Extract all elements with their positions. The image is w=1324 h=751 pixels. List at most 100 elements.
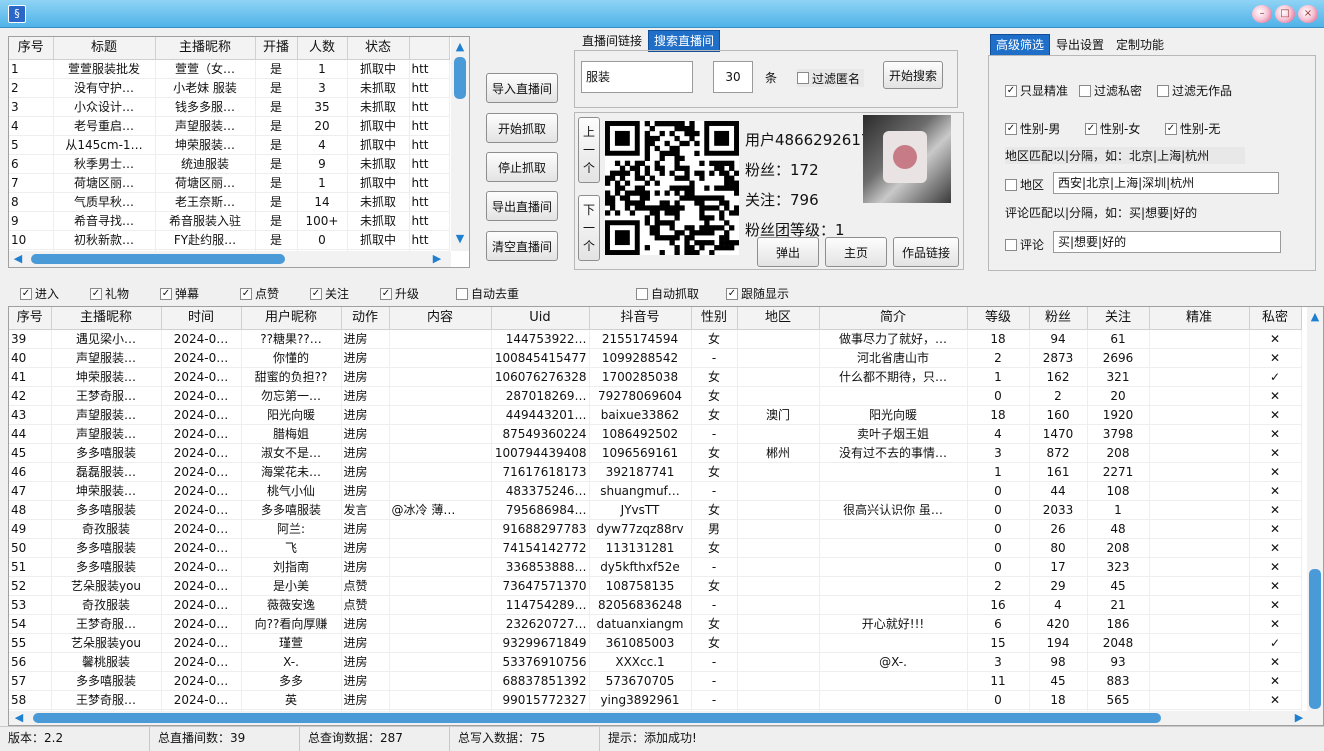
table-row[interactable]: 57 多多嘻服装 2024-0… 多多 进房 68837851392 573670705- 1… [9,671,1302,691]
table-row[interactable]: 44 声望服装… 2024-0… 腊梅姐 进房 87549360224 1086492502… [9,424,1302,444]
close-button[interactable]: × [1298,5,1318,23]
option-checkbox[interactable]: ✓ 升级 [380,285,419,302]
scroll-up-icon[interactable]: ▲ [1309,311,1321,323]
import-live-button[interactable]: 导入直播间 [486,73,558,103]
tab-export-settings[interactable]: 导出设置 [1050,34,1110,56]
live-col-header[interactable]: 主播昵称 [155,37,256,60]
gender-male-checkbox[interactable]: ✓ 性别-男 [1005,120,1060,137]
main-col-header[interactable]: 内容 [389,307,492,330]
table-row[interactable]: 46 磊磊服装… 2024-0… 海棠花未… 进房 71617618173 39218774… [9,462,1302,482]
scroll-down-icon[interactable]: ▼ [454,233,466,245]
comment-input[interactable]: 买|想要|好的 [1053,231,1281,253]
live-table-row[interactable]: 3 小众设计… 钱多多服… 是 35 未抓取 htt [9,97,450,117]
stop-grab-button[interactable]: 停止抓取 [486,152,558,182]
main-col-header[interactable]: Uid [491,307,590,330]
live-col-header[interactable]: 序号 [9,37,54,60]
tab-live-link[interactable]: 直播间链接 [576,30,648,52]
filter-anon-checkbox[interactable]: 过滤匿名 [797,69,865,87]
table-row[interactable]: 58 王梦奇服… 2024-0… 英进房 99015772327 ying3892961-… [9,690,1302,710]
live-table-hscrollbar[interactable]: ◀ ▶ [9,251,451,267]
clear-live-button[interactable]: 清空直播间 [486,231,558,261]
start-search-button[interactable]: 开始搜索 [883,61,943,89]
main-table-hscrollbar[interactable]: ◀ ▶ [9,711,1323,725]
live-table-row[interactable]: 1 萱萱服装批发 萱萱（女… 是 1 抓取中 htt [9,59,450,79]
maximize-button[interactable]: □ [1275,5,1295,23]
scroll-left-icon[interactable]: ◀ [12,253,24,265]
main-col-header[interactable]: 私密 [1249,307,1302,330]
live-col-header[interactable]: 状态 [347,37,410,60]
main-table-vscrollbar[interactable]: ▲ [1307,307,1323,711]
region-checkbox[interactable]: 地区 [1005,176,1044,193]
table-row[interactable]: 43 声望服装… 2024-0… 阳光向暖 进房 449443201… baixue3386… [9,405,1302,425]
main-col-header[interactable]: 动作 [341,307,390,330]
table-row[interactable]: 54 王梦奇服… 2024-0… 向??看向厚赚 进房 232620727… datuanx… [9,614,1302,634]
live-table-row[interactable]: 5 从145cm-1… 坤荣服装… 是 4 抓取中 htt [9,135,450,155]
table-row[interactable]: 52 艺朵服装you 2024-0… 是小美 点赞 73647571370 10875813… [9,576,1302,596]
table-row[interactable]: 49 奇孜服装 2024-0… 阿兰: 进房 91688297783 dyw77zqz88r… [9,519,1302,539]
scroll-thumb[interactable] [454,57,466,99]
table-row[interactable]: 47 坤荣服装… 2024-0… 桃气小仙 进房 483375246… shuangmuf…… [9,481,1302,501]
tab-search-live[interactable]: 搜索直播间 [648,30,721,52]
main-col-header[interactable]: 精准 [1149,307,1250,330]
live-table-row[interactable]: 10 初秋新款… FY赴约服… 是 0 抓取中 htt [9,230,450,250]
tab-custom-features[interactable]: 定制功能 [1110,34,1170,56]
main-col-header[interactable]: 性别 [691,307,738,330]
table-row[interactable]: 56 馨桃服装 2024-0… X-. 进房 53376910756 XXXcc.1- @X-… [9,652,1302,672]
table-row[interactable]: 45 多多嘻服装 2024-0… 淑女不是… 进房 100794439408 1096569… [9,443,1302,463]
option-checkbox[interactable]: ✓ 进入 [20,285,59,302]
table-row[interactable]: 42 王梦奇服… 2024-0… 勿忘第一… 进房 287018269… 792780696… [9,386,1302,406]
table-row[interactable]: 53 奇孜服装 2024-0… 薇薇安逸 点赞 114754289… 82056836248… [9,595,1302,615]
main-col-header[interactable]: 序号 [9,307,52,330]
homepage-button[interactable]: 主页 [825,237,887,267]
scroll-right-icon[interactable]: ▶ [1293,712,1305,724]
live-col-header[interactable]: 开播 [255,37,298,60]
live-table-row[interactable]: 2 没有守护… 小老妹 服装是 3 未抓取 htt [9,78,450,98]
live-table-row[interactable]: 9 希音寻找… 希音服装入驻是 100+ 未抓取 htt [9,211,450,231]
live-table-vscrollbar[interactable]: ▲ ▼ [451,37,469,251]
keyword-input[interactable]: 服装 [581,61,693,93]
table-row[interactable]: 48 多多嘻服装 2024-0… 多多嘻服装 发言 @冰冷 薄… 795686984… JYv… [9,500,1302,520]
scroll-up-icon[interactable]: ▲ [454,41,466,53]
only-precise-checkbox[interactable]: ✓ 只显精准 [1005,82,1068,99]
works-link-button[interactable]: 作品链接 [893,237,959,267]
live-table-row[interactable]: 7 荷塘区丽… 荷塘区丽… 是 1 抓取中 htt [9,173,450,193]
prev-button[interactable]: 上一个 [578,117,600,183]
gender-none-checkbox[interactable]: ✓ 性别-无 [1165,120,1220,137]
main-col-header[interactable]: 等级 [967,307,1030,330]
main-col-header[interactable]: 抖音号 [589,307,692,330]
table-row[interactable]: 51 多多嘻服装 2024-0… 刘指南 进房 336853888… dy5kfthxf52… [9,557,1302,577]
option-checkbox[interactable]: ✓ 跟随显示 [726,285,789,302]
export-live-button[interactable]: 导出直播间 [486,191,558,221]
main-col-header[interactable]: 关注 [1087,307,1150,330]
option-checkbox[interactable]: ✓ 礼物 [90,285,129,302]
live-col-header[interactable]: 标题 [53,37,156,60]
main-col-header[interactable]: 时间 [161,307,242,330]
count-input[interactable]: 30 [713,61,753,93]
live-table-row[interactable]: 6 秋季男士… 统迪服装是 9 未抓取 htt [9,154,450,174]
main-col-header[interactable]: 粉丝 [1029,307,1088,330]
live-room-table[interactable]: 序号 标题 主播昵称 开播 人数 状态 1 萱萱服装批发 萱萱（女… 是 1 抓取中 htt 2 没有守护… [8,36,470,268]
option-checkbox[interactable]: ✓ 弹幕 [160,285,199,302]
main-col-header[interactable]: 主播昵称 [51,307,162,330]
main-col-header[interactable]: 地区 [737,307,820,330]
user-data-table[interactable]: 序号 主播昵称 时间 用户昵称 动作 内容 Uid 抖音号 性别 地区 简介 等级 粉丝 关注 精准 私密 3… [8,306,1324,726]
live-table-row[interactable]: 4 老号重启… 声望服装… 是 20 抓取中 htt [9,116,450,136]
main-col-header[interactable]: 用户昵称 [241,307,342,330]
next-button[interactable]: 下一个 [578,195,600,261]
minimize-button[interactable]: – [1252,5,1272,23]
live-col-header[interactable]: 人数 [297,37,348,60]
popup-button[interactable]: 弹出 [757,237,819,267]
scroll-thumb[interactable] [33,713,1161,723]
table-row[interactable]: 50 多多嘻服装 2024-0… 飞进房 74154142772 113131281 女 0 8… [9,538,1302,558]
live-table-row[interactable]: 8 气质早秋… 老王奈斯… 是 14 未抓取 htt [9,192,450,212]
main-col-header[interactable]: 简介 [819,307,968,330]
scroll-left-icon[interactable]: ◀ [13,712,25,724]
table-row[interactable]: 40 声望服装… 2024-0… 你懂的 进房 100845415477 109928854… [9,348,1302,368]
gender-female-checkbox[interactable]: ✓ 性别-女 [1085,120,1140,137]
scroll-thumb[interactable] [1309,569,1321,709]
option-checkbox[interactable]: ✓ 关注 [310,285,349,302]
option-checkbox[interactable]: 自动抓取 [636,285,699,302]
tab-advanced-filter[interactable]: 高级筛选 [990,34,1051,56]
live-col-header[interactable] [409,37,450,60]
table-row[interactable]: 39 遇见梁小… 2024-0… ??糖果??… 进房 144753922… 2155174… [9,329,1302,349]
